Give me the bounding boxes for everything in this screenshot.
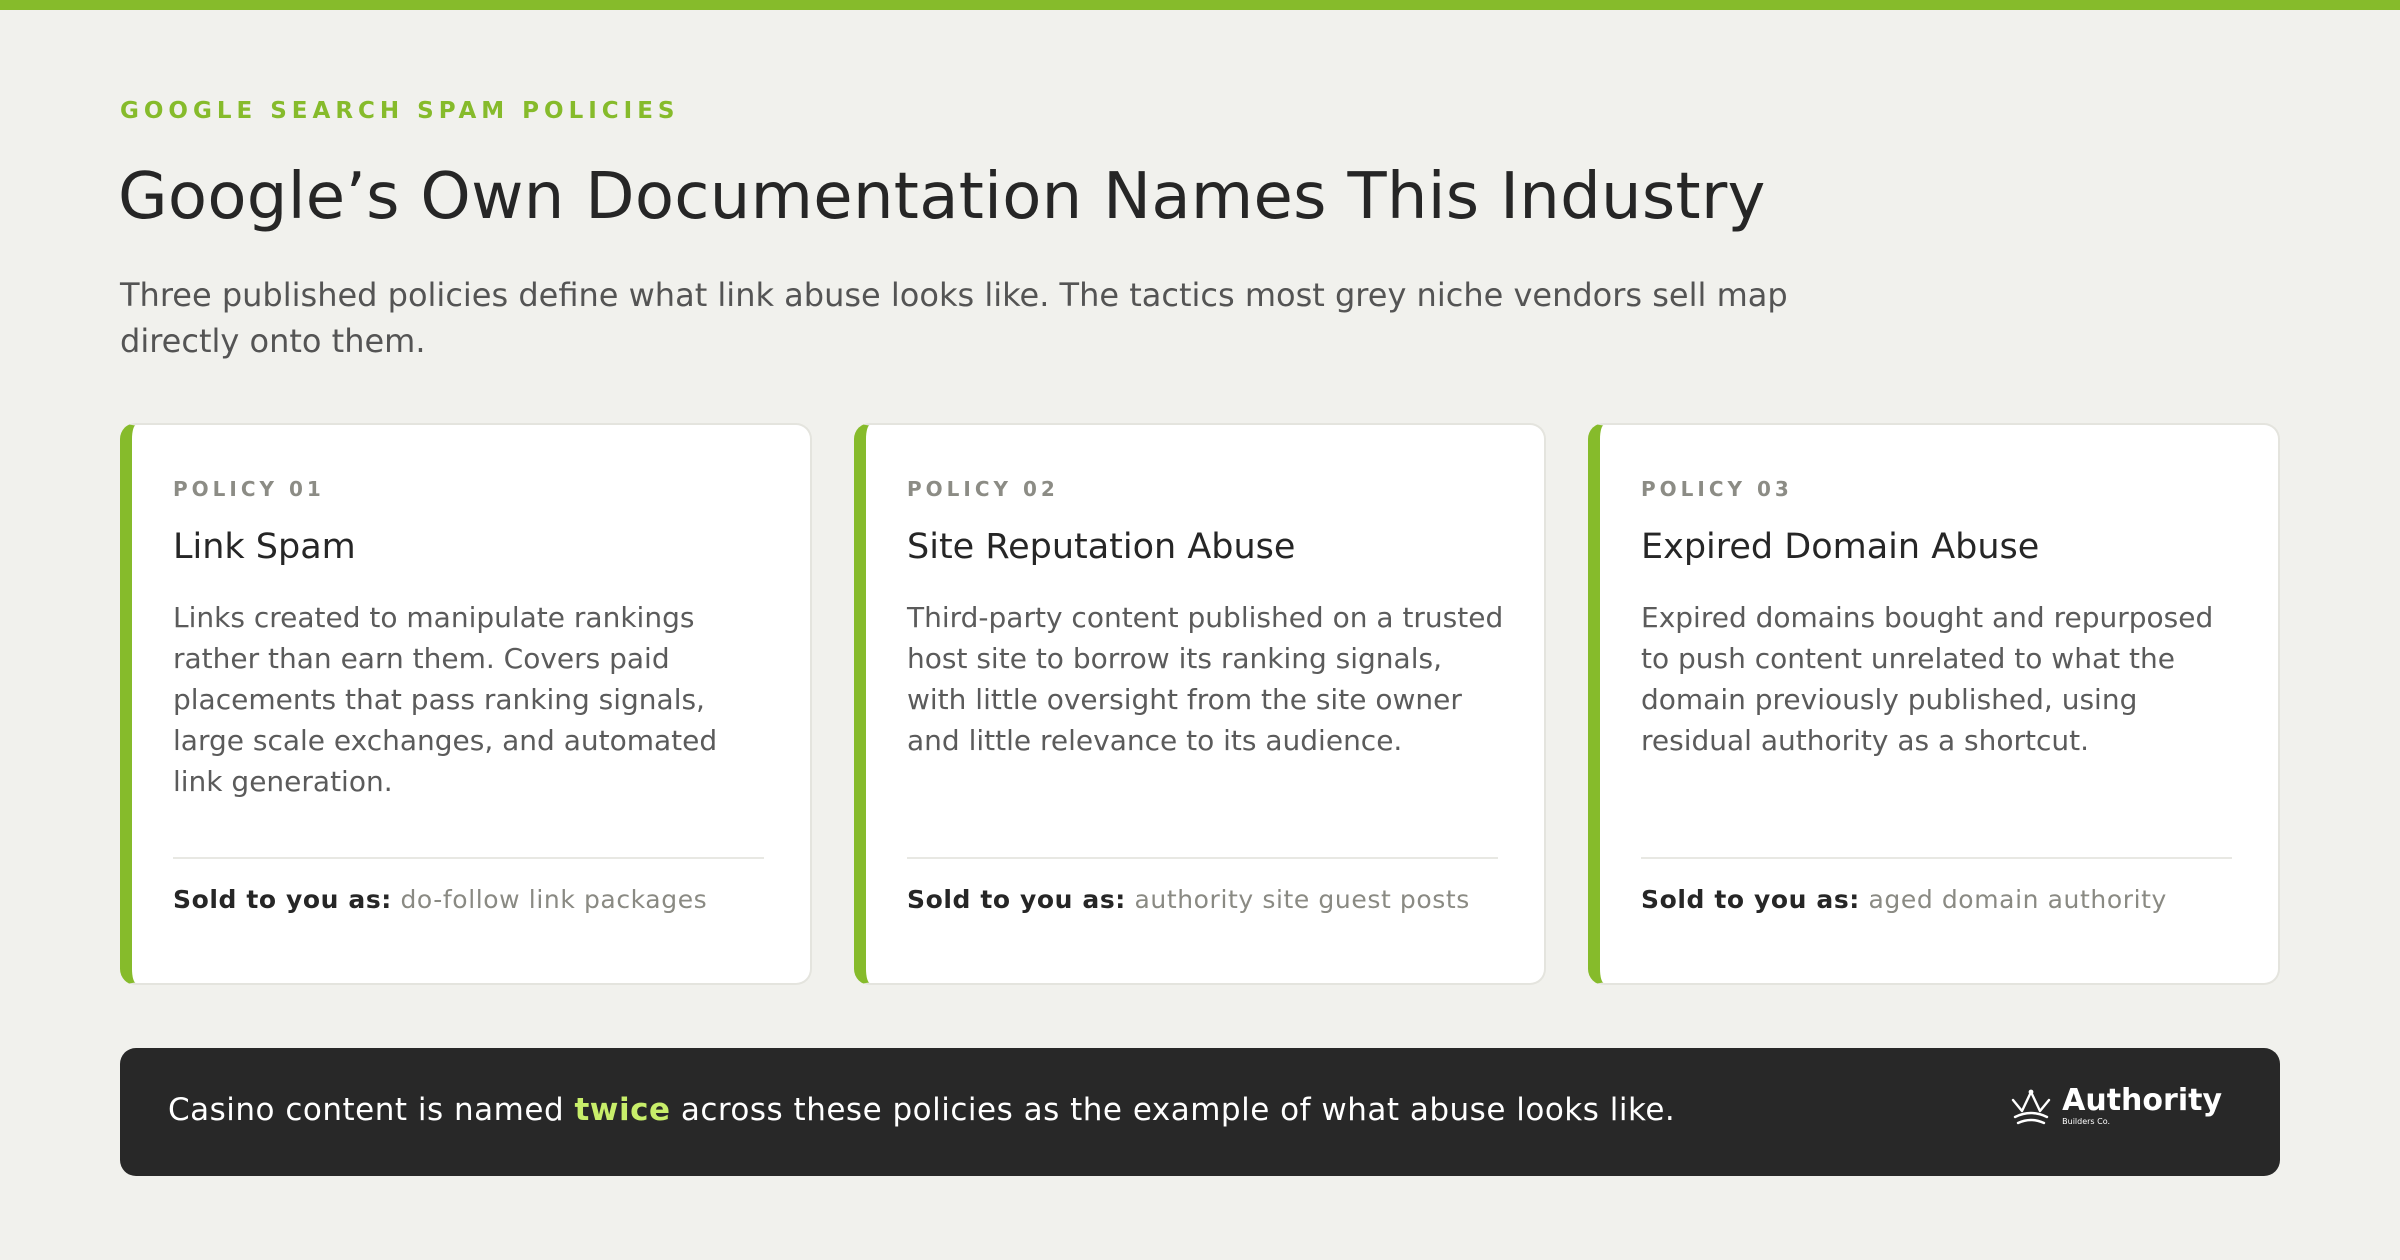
banner-text-end: across these policies as the example of … bbox=[670, 1092, 1676, 1128]
policy-title: Expired Domain Abuse bbox=[1641, 527, 2040, 567]
sold-as-label: Sold to you as: bbox=[907, 885, 1126, 914]
sold-as-value: do-follow link packages bbox=[400, 885, 708, 914]
sold-as-label: Sold to you as: bbox=[173, 885, 392, 914]
page-title: Google’s Own Documentation Names This In… bbox=[118, 160, 1766, 234]
top-accent-bar bbox=[0, 0, 2400, 10]
policy-label: POLICY 01 bbox=[173, 477, 325, 501]
page-subtitle: Three published policies define what lin… bbox=[120, 276, 1788, 360]
policy-label: POLICY 02 bbox=[907, 477, 1059, 501]
policy-cards: POLICY 01 Link Spam Links created to man… bbox=[120, 423, 2280, 985]
card-divider bbox=[1641, 857, 2232, 859]
banner-highlight: twice bbox=[574, 1092, 671, 1128]
card-divider bbox=[173, 857, 764, 859]
logo-name: Authority bbox=[2062, 1083, 2222, 1118]
policy-title: Link Spam bbox=[173, 527, 356, 567]
policy-label: POLICY 03 bbox=[1641, 477, 1793, 501]
card-divider bbox=[907, 857, 1498, 859]
sold-as-line: Sold to you as: authority site guest pos… bbox=[907, 885, 1470, 914]
policy-description: Third-party content published on a trust… bbox=[907, 601, 1504, 757]
crown-icon bbox=[2011, 1089, 2051, 1125]
sold-as-label: Sold to you as: bbox=[1641, 885, 1860, 914]
logo-subtitle: Builders Co. bbox=[2062, 1117, 2111, 1126]
policy-title: Site Reputation Abuse bbox=[907, 527, 1296, 567]
banner-text: Casino content is named twice across the… bbox=[168, 1092, 1675, 1128]
sold-as-value: authority site guest posts bbox=[1134, 885, 1470, 914]
section-eyebrow: GOOGLE SEARCH SPAM POLICIES bbox=[120, 98, 680, 124]
sold-as-value: aged domain authority bbox=[1868, 885, 2167, 914]
policy-card-link-spam: POLICY 01 Link Spam Links created to man… bbox=[120, 423, 812, 985]
sold-as-line: Sold to you as: do-follow link packages bbox=[173, 885, 707, 914]
banner-text-start: Casino content is named bbox=[168, 1092, 575, 1128]
logo-wordmark: Authority Builders Co. bbox=[2062, 1086, 2222, 1126]
policy-card-expired-domain-abuse: POLICY 03 Expired Domain Abuse Expired d… bbox=[1588, 423, 2280, 985]
policy-description: Links created to manipulate rankings rat… bbox=[173, 601, 718, 798]
authority-builders-logo: Authority Builders Co. bbox=[2010, 1086, 2222, 1126]
policy-description: Expired domains bought and repurposed to… bbox=[1641, 601, 2214, 757]
sold-as-line: Sold to you as: aged domain authority bbox=[1641, 885, 2167, 914]
casino-callout-banner: Casino content is named twice across the… bbox=[120, 1048, 2280, 1176]
policy-card-site-reputation-abuse: POLICY 02 Site Reputation Abuse Third-pa… bbox=[854, 423, 1546, 985]
